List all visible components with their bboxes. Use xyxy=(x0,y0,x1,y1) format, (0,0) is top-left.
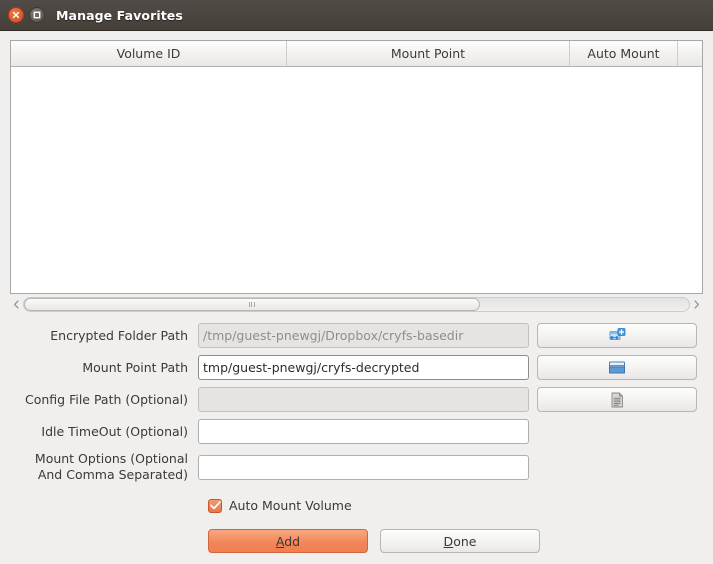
check-icon xyxy=(209,501,221,510)
folder-network-browse-icon xyxy=(609,327,626,344)
field-row-mount-point-path: Mount Point Path xyxy=(10,355,703,380)
scroll-left-arrow-icon[interactable] xyxy=(10,297,23,312)
auto-mount-volume-row[interactable]: Auto Mount Volume xyxy=(10,498,703,513)
column-header-auto-mount[interactable]: Auto Mount xyxy=(570,41,678,66)
auto-mount-volume-checkbox[interactable] xyxy=(208,498,222,513)
browse-config-file-button[interactable] xyxy=(537,387,697,412)
open-folder-browse-icon xyxy=(608,360,626,375)
scroll-right-arrow-icon[interactable] xyxy=(690,297,703,312)
mount-options-input[interactable] xyxy=(198,454,529,480)
table-header-row: Volume ID Mount Point Auto Mount xyxy=(11,41,702,67)
scrollbar-track[interactable] xyxy=(23,297,690,312)
titlebar: Manage Favorites xyxy=(0,0,713,31)
window-title: Manage Favorites xyxy=(56,7,183,23)
favorite-form: Encrypted Folder Path /tmp/guest-pnewgj/… xyxy=(10,313,703,553)
label-encrypted-folder-path: Encrypted Folder Path xyxy=(50,327,188,343)
scrollbar-grip-icon xyxy=(248,302,255,307)
label-mount-point-path: Mount Point Path xyxy=(82,359,188,375)
mount-point-path-input[interactable] xyxy=(198,355,529,380)
field-row-idle-timeout: Idle TimeOut (Optional) xyxy=(10,419,703,444)
field-row-encrypted-folder-path: Encrypted Folder Path xyxy=(10,323,703,348)
column-header-spacer[interactable] xyxy=(678,41,702,66)
dialog-actions: Add Done xyxy=(10,529,703,553)
column-header-volume-id[interactable]: Volume ID xyxy=(11,41,287,66)
horizontal-scrollbar[interactable] xyxy=(10,296,703,313)
done-button[interactable]: Done xyxy=(380,529,540,553)
column-header-mount-point[interactable]: Mount Point xyxy=(287,41,570,66)
encrypted-folder-path-input[interactable] xyxy=(198,323,529,348)
auto-mount-volume-label: Auto Mount Volume xyxy=(229,498,352,513)
label-idle-timeout: Idle TimeOut (Optional) xyxy=(41,423,188,439)
dialog-body: Volume ID Mount Point Auto Mount Encrypt… xyxy=(0,31,713,564)
done-button-label: Done xyxy=(443,533,477,549)
add-button[interactable]: Add xyxy=(208,529,368,553)
document-browse-icon xyxy=(611,392,624,408)
field-row-mount-options: Mount Options (Optional And Comma Separa… xyxy=(10,451,703,483)
field-row-config-file-path: Config File Path (Optional) xyxy=(10,387,703,412)
scrollbar-thumb[interactable] xyxy=(24,298,480,311)
config-file-path-input[interactable] xyxy=(198,387,529,412)
browse-mount-point-button[interactable] xyxy=(537,355,697,380)
favorites-table: Volume ID Mount Point Auto Mount xyxy=(10,40,703,294)
close-icon[interactable] xyxy=(8,7,24,23)
add-button-label: Add xyxy=(275,533,301,549)
manage-favorites-window: Manage Favorites Volume ID Mount Point A… xyxy=(0,0,713,564)
idle-timeout-input[interactable] xyxy=(198,419,529,444)
label-config-file-path: Config File Path (Optional) xyxy=(24,391,188,407)
maximize-icon[interactable] xyxy=(29,7,45,23)
table-body-empty[interactable] xyxy=(11,67,702,293)
browse-encrypted-folder-button[interactable] xyxy=(537,323,697,348)
label-mount-options: Mount Options (Optional And Comma Separa… xyxy=(34,451,188,482)
window-controls xyxy=(8,7,45,23)
